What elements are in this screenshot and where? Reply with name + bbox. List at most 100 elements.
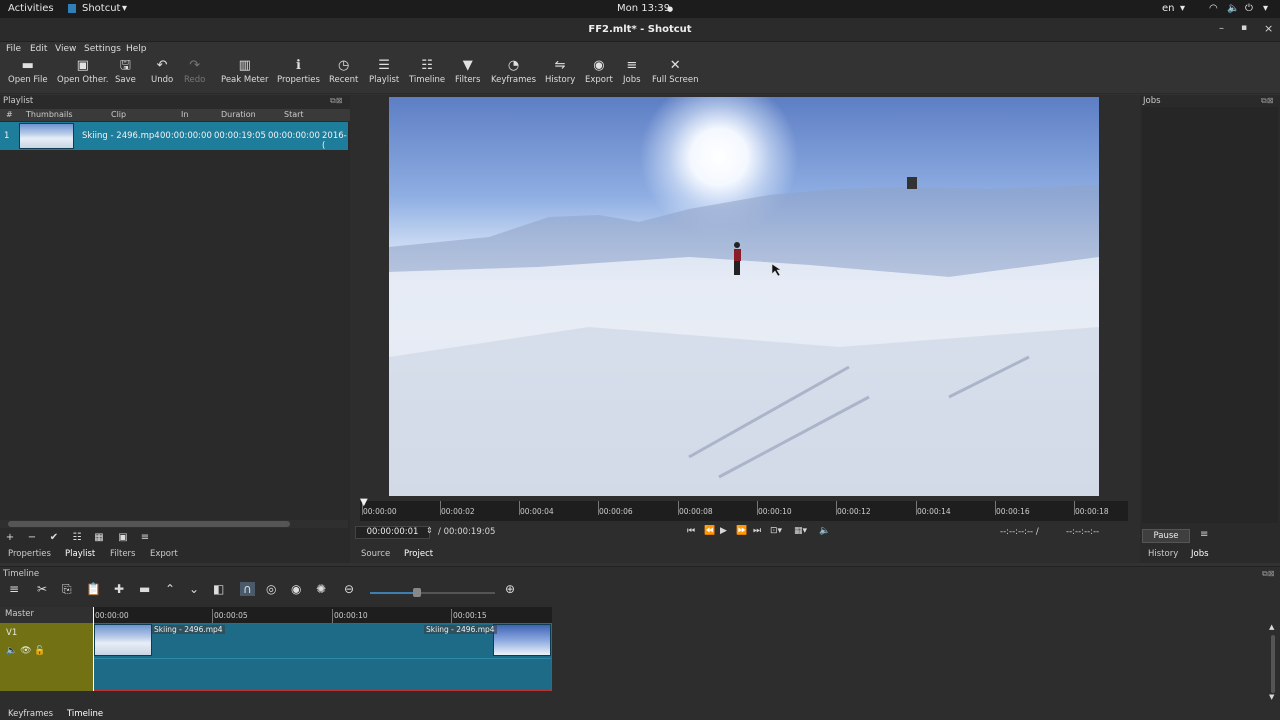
table-row[interactable]: 1 Skiing - 2496.mp4 00:00:00:00 00:00:19… [0, 122, 348, 151]
tiles-view-icon[interactable]: ▦ [91, 531, 107, 545]
playhead-marker-icon[interactable]: ▼ [360, 497, 368, 508]
clock[interactable]: Mon 13:39 [617, 3, 670, 14]
undo-button[interactable]: ↶ Undo [151, 59, 173, 86]
lift-icon[interactable]: ⌃ [165, 582, 175, 596]
timeline-ruler[interactable]: 00:00:00 00:00:05 00:00:10 00:00:15 [93, 607, 552, 623]
dock-float-close-icon[interactable]: ⧉⊠ [1262, 569, 1274, 579]
menu-help[interactable]: Help [126, 44, 147, 54]
overwrite-icon[interactable]: ⌄ [189, 582, 199, 596]
ripple-delete-icon[interactable]: ▬ [139, 582, 150, 596]
language-indicator[interactable]: en [1162, 3, 1175, 14]
add-icon[interactable]: + [2, 531, 18, 545]
timeline-menu-icon[interactable]: ≡ [9, 582, 19, 596]
playlist-button[interactable]: ☰ Playlist [369, 59, 399, 86]
tab-playlist[interactable]: Playlist [65, 549, 95, 559]
skip-previous-icon[interactable]: ⏮ [687, 526, 695, 536]
scroll-down-icon[interactable]: ▼ [1269, 693, 1274, 701]
recent-button[interactable]: ◷ Recent [329, 59, 358, 86]
tab-keyframes[interactable]: Keyframes [8, 709, 53, 719]
column-header-clip[interactable]: Clip [111, 110, 126, 119]
full-screen-button[interactable]: ✕ Full Screen [652, 59, 698, 86]
append-icon[interactable]: ✚ [114, 582, 124, 596]
scroll-up-icon[interactable]: ▲ [1269, 623, 1274, 631]
ripple-all-icon[interactable]: ✺ [316, 582, 326, 596]
icons-view-icon[interactable]: ▣ [115, 531, 131, 545]
master-track-header[interactable]: Master [0, 607, 93, 623]
jobs-list[interactable] [1142, 107, 1278, 523]
split-icon[interactable]: ◧ [213, 582, 224, 596]
video-frame[interactable] [389, 97, 1099, 496]
history-button[interactable]: ⇋ History [545, 59, 575, 86]
power-icon[interactable]: ⏻ [1245, 3, 1253, 14]
keyframes-button[interactable]: ◔ Keyframes [491, 59, 536, 86]
menu-file[interactable]: File [6, 44, 21, 54]
minimize-icon[interactable]: – [1219, 23, 1224, 34]
timeline-vertical-scrollbar[interactable]: ▲ ▼ [1268, 623, 1278, 703]
column-header-thumbnails[interactable]: Thumbnails [26, 110, 72, 119]
dock-float-close-icon[interactable]: ⧉⊠ [330, 96, 342, 106]
peak-meter-button[interactable]: ▥ Peak Meter [221, 59, 269, 86]
details-view-icon[interactable]: ☷ [69, 531, 85, 545]
paste-icon[interactable]: 📋 [86, 582, 101, 596]
volume-icon[interactable]: 🔈 [819, 526, 830, 536]
wifi-icon[interactable]: ◠ [1209, 3, 1218, 14]
chevron-down-icon[interactable]: ▾ [1263, 3, 1268, 14]
column-header-start[interactable]: Start [284, 110, 304, 119]
playlist-menu-icon[interactable]: ≡ [137, 531, 153, 545]
scrub-icon[interactable]: ◎ [266, 582, 276, 596]
zoom-in-icon[interactable]: ⊕ [505, 582, 515, 596]
jobs-button[interactable]: ≡ Jobs [623, 59, 641, 86]
spinbox-arrows-icon[interactable]: ⇕ [426, 526, 433, 535]
playhead-line[interactable] [93, 607, 94, 691]
column-header-duration[interactable]: Duration [221, 110, 256, 119]
filters-button[interactable]: ▼ Filters [455, 59, 480, 86]
tab-filters[interactable]: Filters [110, 549, 135, 559]
play-icon[interactable]: ▶ [720, 526, 727, 536]
menu-view[interactable]: View [55, 44, 76, 54]
close-icon[interactable]: × [1264, 22, 1273, 35]
cut-icon[interactable]: ✂ [37, 582, 47, 596]
remove-icon[interactable]: − [24, 531, 40, 545]
tab-timeline[interactable]: Timeline [67, 709, 103, 719]
skip-next-icon[interactable]: ⏭ [753, 526, 761, 536]
tab-project[interactable]: Project [404, 549, 433, 559]
tab-history[interactable]: History [1148, 549, 1178, 559]
playlist-horizontal-scrollbar[interactable] [0, 520, 348, 528]
tab-source[interactable]: Source [361, 549, 390, 559]
position-timecode-field[interactable]: 00:00:00:01 [355, 526, 430, 539]
volume-icon[interactable]: 🔈 [1227, 3, 1239, 14]
app-menu-button[interactable]: Shotcut [82, 3, 120, 14]
rewind-icon[interactable]: ⏪ [704, 526, 715, 536]
maximize-icon[interactable]: ▪ [1241, 23, 1247, 33]
v1-track-header[interactable]: V1 🔈 👁 🔓 [0, 623, 93, 691]
timeline-clip[interactable]: Skiing - 2496.mp4 Skiing - 2496.mp4 [93, 623, 552, 691]
dock-float-close-icon[interactable]: ⧉⊠ [1261, 96, 1273, 106]
scrollbar-thumb[interactable] [1271, 635, 1275, 693]
save-button[interactable]: 🖫 Save [115, 59, 136, 86]
tab-export[interactable]: Export [150, 549, 178, 559]
jobs-menu-icon[interactable]: ≡ [1200, 529, 1208, 540]
tab-properties[interactable]: Properties [8, 549, 51, 559]
grid-icon[interactable]: ▦▾ [794, 526, 807, 536]
scrollbar-thumb[interactable] [8, 521, 290, 527]
lock-icon[interactable]: 🔓 [34, 646, 45, 656]
copy-icon[interactable]: ⎘ [62, 582, 72, 597]
menu-edit[interactable]: Edit [30, 44, 47, 54]
fast-forward-icon[interactable]: ⏩ [736, 526, 747, 536]
activities-button[interactable]: Activities [8, 3, 54, 14]
column-header-number[interactable]: # [6, 110, 13, 119]
zoom-icon[interactable]: ⊡▾ [770, 526, 782, 536]
snap-magnet-icon[interactable]: ∩ [240, 582, 255, 596]
open-other-button[interactable]: ▣ Open Other. [57, 59, 108, 86]
zoom-slider-handle[interactable] [413, 588, 421, 597]
ripple-icon[interactable]: ◉ [291, 582, 301, 596]
open-file-button[interactable]: ▬ Open File [8, 59, 48, 86]
viewer-time-ruler[interactable]: 00:00:00 00:00:02 00:00:04 00:00:06 00:0… [360, 497, 1128, 521]
zoom-out-icon[interactable]: ⊖ [344, 582, 354, 596]
update-check-icon[interactable]: ✔ [46, 531, 62, 545]
mute-icon[interactable]: 🔈 [6, 646, 17, 656]
timeline-button[interactable]: ☷ Timeline [409, 59, 445, 86]
eye-icon[interactable]: 👁 [20, 646, 31, 656]
menu-settings[interactable]: Settings [84, 44, 121, 54]
pause-button[interactable]: Pause [1142, 529, 1190, 543]
